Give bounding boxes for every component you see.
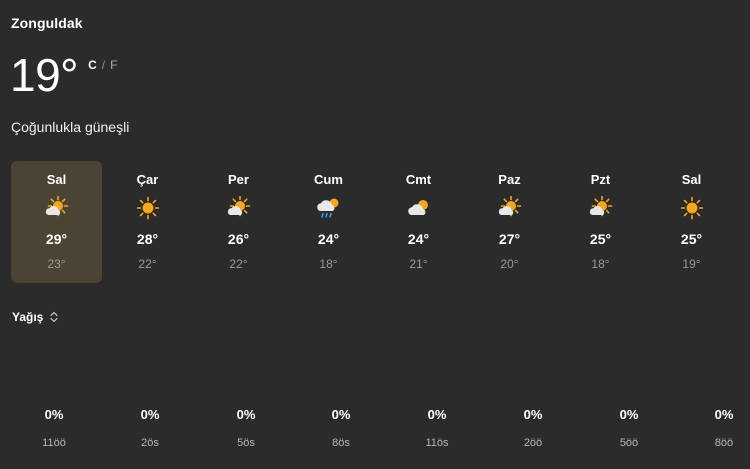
forecast-day[interactable]: Çar 28° 22° <box>102 161 193 283</box>
unit-fahrenheit-button[interactable]: F <box>110 58 117 72</box>
day-name: Sal <box>681 172 702 187</box>
hour-time: 8öö <box>714 437 734 449</box>
forecast-day[interactable]: Paz 27° 20° <box>464 161 555 283</box>
mostly-cloudy-icon <box>406 196 432 220</box>
current-temperature: 19° <box>10 49 79 101</box>
hour-time: 2öö <box>523 437 543 449</box>
hour-time: 11öö <box>42 437 66 449</box>
current-temp-row: 19° C / F <box>10 52 117 98</box>
precipitation-dropdown[interactable]: Yağış <box>12 310 59 324</box>
forecast-day[interactable]: Per 26° 22° <box>193 161 284 283</box>
hour-time: 11ös <box>425 437 449 449</box>
sunny-icon <box>679 196 705 220</box>
hour-precip-percent: 0% <box>140 407 160 422</box>
sunny-icon <box>135 196 161 220</box>
hour-time: 8ös <box>332 437 350 449</box>
forecast-day[interactable]: Sal 25° 19° <box>646 161 737 283</box>
day-low-temp: 22° <box>229 257 248 271</box>
forecast-day[interactable]: Pzt 25° 18° <box>555 161 646 283</box>
forecast-day[interactable]: Cum 24° 18° <box>283 161 374 283</box>
hour-precip-percent: 0% <box>427 407 447 422</box>
hour-time: 5ös <box>237 437 255 449</box>
day-high-temp: 28° <box>136 231 159 247</box>
day-name: Cum <box>314 172 343 187</box>
unit-separator: / <box>101 58 106 72</box>
hour-precip-percent: 0% <box>523 407 543 422</box>
day-low-temp: 21° <box>409 257 428 271</box>
partly-sunny-icon <box>588 196 614 220</box>
hour-precip-percent: 0% <box>331 407 351 422</box>
partly-sunny-icon <box>44 196 70 220</box>
day-high-temp: 25° <box>589 231 612 247</box>
precipitation-label: Yağış <box>12 310 44 324</box>
day-name: Sal <box>46 172 67 187</box>
day-high-temp: 26° <box>227 231 250 247</box>
day-name: Per <box>228 172 249 187</box>
day-high-temp: 27° <box>498 231 521 247</box>
day-low-temp: 19° <box>682 257 701 271</box>
day-high-temp: 24° <box>317 231 340 247</box>
day-low-temp: 20° <box>500 257 519 271</box>
day-high-temp: 25° <box>680 231 703 247</box>
hour-precip-percent: 0% <box>44 407 64 422</box>
day-name: Cmt <box>405 172 432 187</box>
day-name: Paz <box>498 172 521 187</box>
current-condition: Çoğunlukla güneşli <box>11 119 130 135</box>
location-name: Zonguldak <box>11 15 83 31</box>
day-high-temp: 24° <box>407 231 430 247</box>
forecast-day[interactable]: Sal 29° 23° <box>11 161 102 283</box>
day-low-temp: 22° <box>138 257 157 271</box>
rain-showers-icon <box>316 196 342 220</box>
day-high-temp: 29° <box>45 231 68 247</box>
hourly-precipitation: 0% 11öö 0% 2ös 0% 5ös 0% 8ös 0% 11ös 0% … <box>0 400 750 460</box>
weather-panel: Zonguldak 19° C / F Çoğunlukla güneşli S… <box>0 0 750 469</box>
hour-time: 5öö <box>619 437 639 449</box>
partly-sunny-icon <box>497 196 523 220</box>
day-low-temp: 18° <box>319 257 338 271</box>
hour-time: 2ös <box>141 437 159 449</box>
day-name: Pzt <box>590 172 611 187</box>
daily-forecast: Sal 29° 23° Çar 28° 22° Per 26° 22° Cum <box>11 161 747 283</box>
hour-precip-percent: 0% <box>619 407 639 422</box>
chevron-up-down-icon <box>50 311 58 323</box>
unit-celsius-button[interactable]: C <box>88 58 97 72</box>
forecast-day[interactable]: Cmt 24° 21° <box>373 161 464 283</box>
partly-sunny-icon <box>226 196 252 220</box>
day-name: Çar <box>136 172 159 187</box>
hour-precip-percent: 0% <box>236 407 256 422</box>
hour-precip-percent: 0% <box>714 407 734 422</box>
day-low-temp: 18° <box>591 257 610 271</box>
unit-toggle: C / F <box>88 58 117 72</box>
day-low-temp: 23° <box>47 257 66 271</box>
